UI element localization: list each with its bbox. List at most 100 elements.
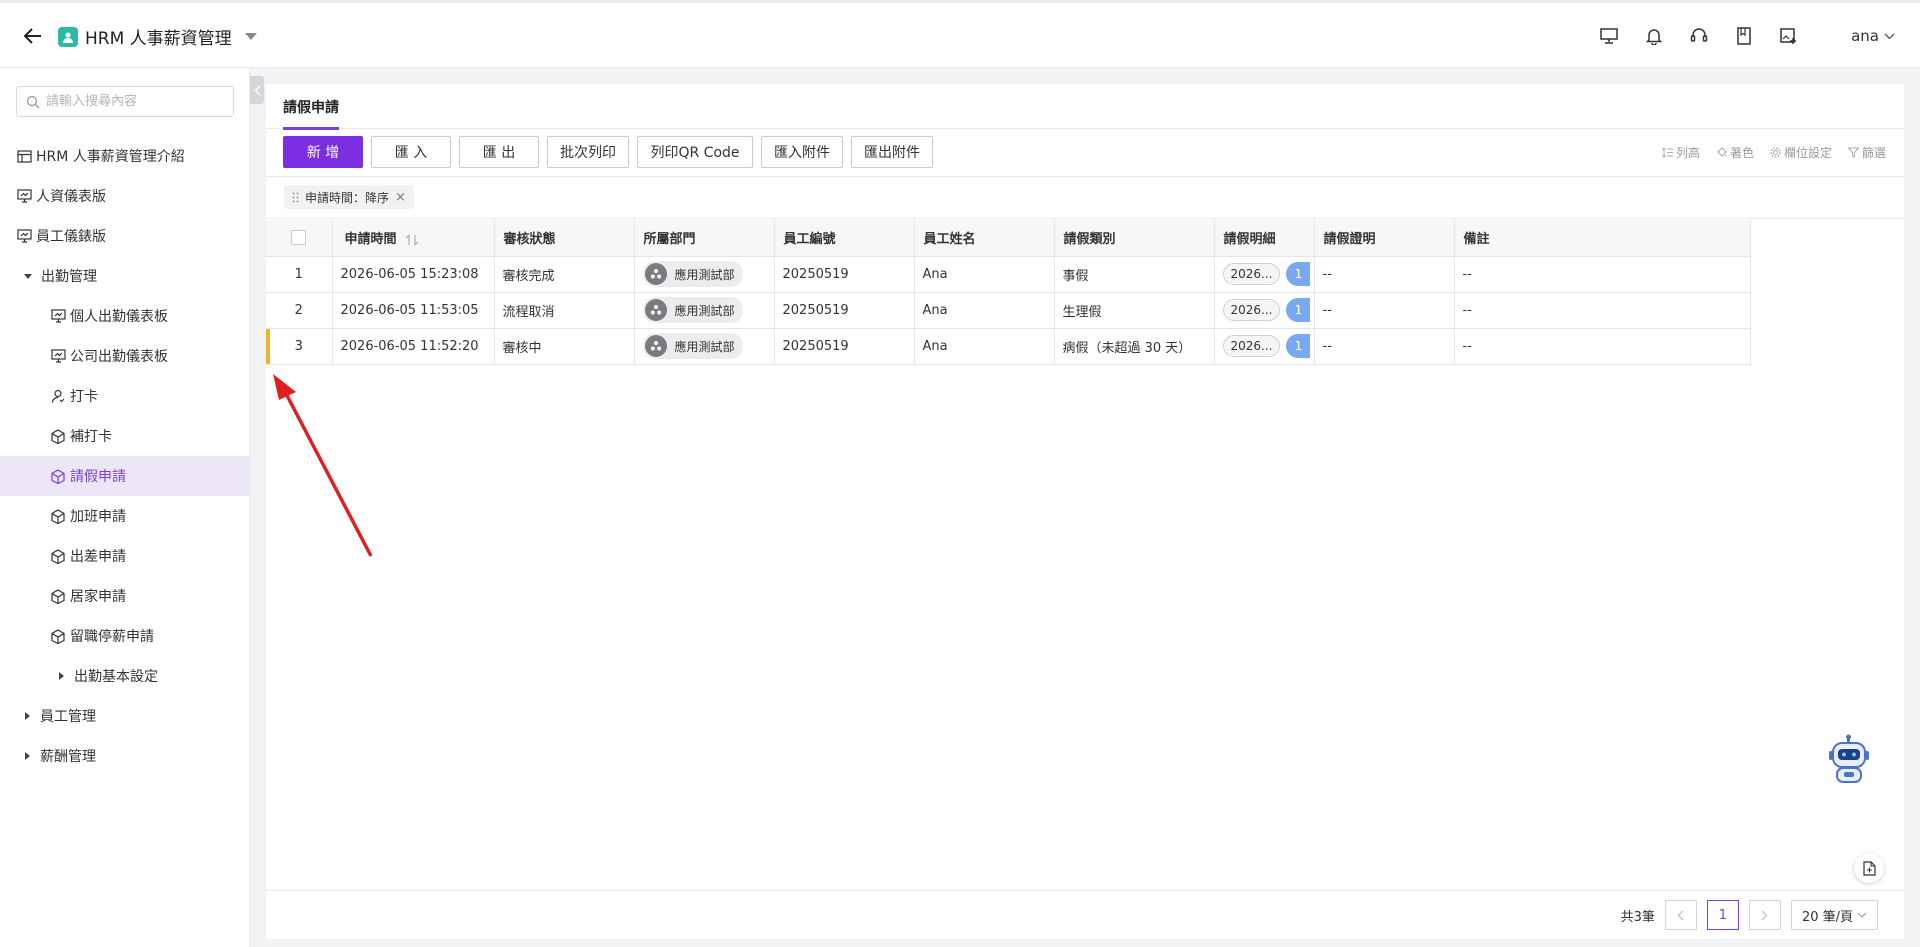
column-header-department[interactable]: 所屬部門 xyxy=(634,220,775,257)
bell-icon[interactable] xyxy=(1643,25,1665,47)
next-page-button[interactable] xyxy=(1748,900,1781,930)
import-attachment-button[interactable]: 匯入附件 xyxy=(761,136,843,168)
sidebar-item-hrm-intro[interactable]: HRM 人事薪資管理介紹 xyxy=(0,136,250,176)
table-row[interactable]: 3 2026-06-05 11:52:20 審核中 應用測試部 20250519… xyxy=(266,328,1751,365)
sidebar-collapse-button[interactable] xyxy=(250,76,264,104)
sidebar-group-payroll[interactable]: 薪酬管理 xyxy=(0,736,250,776)
export-attachment-button[interactable]: 匯出附件 xyxy=(851,136,933,168)
page-size-select[interactable]: 20 筆/頁 xyxy=(1790,900,1878,930)
close-icon[interactable]: × xyxy=(395,190,406,205)
cell-leave-type: 事假 xyxy=(1054,256,1215,293)
cell-note: -- xyxy=(1454,328,1751,365)
user-menu[interactable]: ana xyxy=(1851,27,1895,45)
sort-chip[interactable]: 申請時間：降序 × xyxy=(284,185,414,209)
cube-icon xyxy=(50,588,66,604)
chevron-down-icon xyxy=(1884,33,1895,39)
leave-detail-pill[interactable]: 2026... xyxy=(1222,299,1281,321)
sidebar-group-employee-management[interactable]: 員工管理 xyxy=(0,696,250,736)
image-add-icon[interactable] xyxy=(1778,25,1800,47)
sidebar-item-hr-dashboard[interactable]: 人資儀表版 xyxy=(0,176,250,216)
select-all-cell xyxy=(266,220,333,257)
batch-print-button[interactable]: 批次列印 xyxy=(547,136,629,168)
caret-down-icon xyxy=(244,33,257,40)
color-tool[interactable]: 著色 xyxy=(1716,144,1754,161)
column-header-apply-time[interactable]: 申請時間 xyxy=(332,220,495,257)
sidebar-group-attendance[interactable]: 出勤管理 xyxy=(0,256,250,296)
cell-employee-name: Ana xyxy=(914,328,1055,365)
dashboard-icon xyxy=(50,348,66,364)
column-header-leave-type[interactable]: 請假類別 xyxy=(1054,220,1215,257)
ai-assistant-robot-icon[interactable] xyxy=(1826,734,1872,786)
table-row[interactable]: 2 2026-06-05 11:53:05 流程取消 應用測試部 2025051… xyxy=(266,292,1751,329)
field-settings-tool[interactable]: 欄位設定 xyxy=(1770,144,1832,161)
sidebar-item-label: 請假申請 xyxy=(70,469,126,485)
detail-count-badge[interactable]: 1 xyxy=(1286,334,1311,358)
sidebar-item-makeup-clock[interactable]: 補打卡 xyxy=(0,416,250,456)
cell-employee-name: Ana xyxy=(914,256,1055,293)
sidebar-search[interactable] xyxy=(16,86,234,117)
column-header-note[interactable]: 備註 xyxy=(1454,220,1751,257)
row-height-label: 列高 xyxy=(1675,146,1700,160)
sidebar-group-attendance-settings[interactable]: 出勤基本設定 xyxy=(0,656,250,696)
leave-detail-pill[interactable]: 2026... xyxy=(1222,263,1281,285)
leave-detail-pill[interactable]: 2026... xyxy=(1222,335,1281,357)
table-row[interactable]: 1 2026-06-05 15:23:08 審核完成 應用測試部 2025051… xyxy=(266,256,1751,293)
detail-count-badge[interactable]: 1 xyxy=(1286,298,1311,322)
column-header-leave-proof[interactable]: 請假證明 xyxy=(1314,220,1455,257)
cell-apply-time: 2026-06-05 11:53:05 xyxy=(332,292,495,329)
column-header-status[interactable]: 審核狀態 xyxy=(494,220,635,257)
sidebar-item-company-attendance[interactable]: 公司出勤儀表板 xyxy=(0,336,250,376)
caret-right-icon xyxy=(25,712,30,720)
select-all-checkbox[interactable] xyxy=(291,230,307,246)
column-header-employee-name[interactable]: 員工姓名 xyxy=(914,220,1055,257)
monitor-icon[interactable] xyxy=(1598,25,1620,47)
cell-leave-proof: -- xyxy=(1314,256,1455,293)
book-icon[interactable] xyxy=(1733,25,1755,47)
tab-bar: 請假申請 xyxy=(266,84,1904,130)
import-button[interactable]: 匯 入 xyxy=(371,136,451,168)
document-icon[interactable] xyxy=(1854,853,1884,883)
prev-page-button[interactable] xyxy=(1664,900,1697,930)
row-index: 2 xyxy=(266,292,333,329)
export-button[interactable]: 匯 出 xyxy=(459,136,539,168)
column-header-leave-detail[interactable]: 請假明細 xyxy=(1214,220,1315,257)
dashboard-icon xyxy=(50,308,66,324)
sidebar-search-input[interactable] xyxy=(46,94,226,109)
headset-icon[interactable] xyxy=(1688,25,1710,47)
sidebar-item-business-trip[interactable]: 出差申請 xyxy=(0,536,250,576)
add-button[interactable]: 新 增 xyxy=(283,136,363,168)
sidebar-item-unpaid-leave[interactable]: 留職停薪申請 xyxy=(0,616,250,656)
sidebar-item-employee-dashboard[interactable]: 員工儀錶版 xyxy=(0,216,250,256)
sidebar-item-personal-attendance[interactable]: 個人出勤儀表板 xyxy=(0,296,250,336)
filter-tool[interactable]: 篩選 xyxy=(1847,144,1886,161)
sidebar-item-clock-in[interactable]: 打卡 xyxy=(0,376,250,416)
divider xyxy=(266,176,1904,177)
sidebar-item-label: 員工管理 xyxy=(40,709,96,725)
drag-handle-icon xyxy=(292,192,299,202)
row-height-icon xyxy=(1662,147,1673,158)
column-header-employee-no[interactable]: 員工編號 xyxy=(774,220,915,257)
page-number-button[interactable]: 1 xyxy=(1706,900,1739,930)
chevron-left-icon xyxy=(254,85,260,95)
row-height-tool[interactable]: 列高 xyxy=(1662,144,1700,161)
cell-leave-detail: 2026... 1 xyxy=(1214,256,1315,293)
top-header: HRM 人事薪資管理 ana xyxy=(0,0,1920,68)
cell-department: 應用測試部 xyxy=(634,256,775,293)
sidebar-item-leave-request[interactable]: 請假申請 xyxy=(0,456,250,496)
sidebar-item-overtime-request[interactable]: 加班申請 xyxy=(0,496,250,536)
tab-leave-request[interactable]: 請假申請 xyxy=(283,97,339,130)
back-arrow-icon[interactable] xyxy=(22,25,44,47)
department-name: 應用測試部 xyxy=(674,267,735,282)
row-index-label: 3 xyxy=(294,338,303,354)
app-switcher[interactable]: HRM 人事薪資管理 xyxy=(58,24,257,49)
department-avatar-icon xyxy=(644,335,667,357)
total-count: 共3筆 xyxy=(1620,909,1655,925)
cube-icon xyxy=(50,548,66,564)
chevron-left-icon xyxy=(1678,910,1684,920)
color-label: 著色 xyxy=(1729,146,1754,160)
print-qr-button[interactable]: 列印QR Code xyxy=(637,136,753,168)
sidebar-item-work-from-home[interactable]: 居家申請 xyxy=(0,576,250,616)
detail-count-badge[interactable]: 1 xyxy=(1286,262,1311,286)
filter-label: 篩選 xyxy=(1861,146,1886,160)
cell-leave-proof: -- xyxy=(1314,328,1455,365)
